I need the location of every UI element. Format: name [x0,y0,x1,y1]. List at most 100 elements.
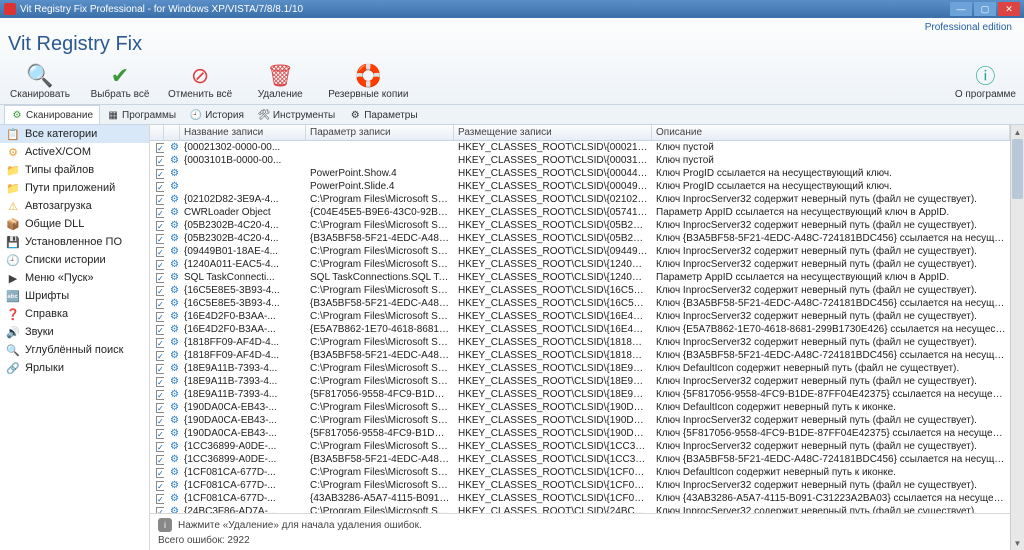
sidebar-item-8[interactable]: ▶Меню «Пуск» [0,269,149,287]
table-row[interactable]: ⚙{1CF081CA-677D-...C:\Program Files\Micr… [150,466,1010,479]
row-checkbox[interactable] [156,325,164,335]
table-row[interactable]: ⚙{18E9A11B-7393-4...C:\Program Files\Mic… [150,375,1010,388]
table-row[interactable]: ⚙{02102D82-3E9A-4...C:\Program Files\Mic… [150,193,1010,206]
delete-button[interactable]: 🗑 Удаление [248,63,312,100]
table-row[interactable]: ⚙CWRLoader Object{C04E45E5-B9E6-43C0-92B… [150,206,1010,219]
cell-param: SQL TaskConnections.SQL TaskC... [306,271,454,284]
table-row[interactable]: ⚙{16C5E8E5-3B93-4...C:\Program Files\Mic… [150,284,1010,297]
sidebar-item-5[interactable]: 📦Общие DLL [0,215,149,233]
table-row[interactable]: ⚙PowerPoint.Show.4HKEY_CLASSES_ROOT\CLSI… [150,167,1010,180]
table-row[interactable]: ⚙{1CC36899-A0DE-...C:\Program Files\Micr… [150,440,1010,453]
sidebar-item-3[interactable]: 📁Пути приложений [0,179,149,197]
table-row[interactable]: ⚙{00021302-0000-00...HKEY_CLASSES_ROOT\C… [150,141,1010,154]
row-checkbox[interactable] [156,351,164,361]
table-row[interactable]: ⚙{09449B01-18AE-4...C:\Program Files\Mic… [150,245,1010,258]
vertical-scrollbar[interactable]: ▲ ▼ [1010,125,1024,550]
table-row[interactable]: ⚙{05B2302B-4C20-4...C:\Program Files\Mic… [150,219,1010,232]
table-row[interactable]: ⚙{1240A011-EAC5-4...C:\Program Files\Mic… [150,258,1010,271]
row-checkbox[interactable] [156,481,164,491]
table-row[interactable]: ⚙{1CF081CA-677D-...C:\Program Files\Micr… [150,479,1010,492]
table-row[interactable]: ⚙{16C5E8E5-3B93-4...{B3A5BF58-5F21-4EDC-… [150,297,1010,310]
row-checkbox[interactable] [156,429,164,439]
row-checkbox[interactable] [156,182,164,192]
row-checkbox[interactable] [156,494,164,504]
scroll-down-arrow[interactable]: ▼ [1011,536,1024,550]
table-row[interactable]: ⚙PowerPoint.Slide.4HKEY_CLASSES_ROOT\CLS… [150,180,1010,193]
row-checkbox[interactable] [156,143,164,153]
table-row[interactable]: ⚙{05B2302B-4C20-4...{B3A5BF58-5F21-4EDC-… [150,232,1010,245]
table-row[interactable]: ⚙{1CF081CA-677D-...{43AB3286-A5A7-4115-B… [150,492,1010,505]
row-checkbox[interactable] [156,468,164,478]
col-name-header[interactable]: Название записи [180,125,306,140]
row-checkbox[interactable] [156,364,164,374]
row-checkbox[interactable] [156,312,164,322]
row-checkbox[interactable] [156,195,164,205]
table-row[interactable]: ⚙{18E9A11B-7393-4...{5F817056-9558-4FC9-… [150,388,1010,401]
gear-icon: ⚙ [168,142,179,153]
tab-history[interactable]: 🕘История [183,105,251,124]
row-checkbox[interactable] [156,416,164,426]
row-checkbox[interactable] [156,247,164,257]
row-checkbox[interactable] [156,286,164,296]
sidebar-item-4[interactable]: ⚠Автозагрузка [0,197,149,215]
sidebar-item-6[interactable]: 💾Установленное ПО [0,233,149,251]
row-checkbox[interactable] [156,442,164,452]
col-desc-header[interactable]: Описание [652,125,1010,140]
row-checkbox[interactable] [156,273,164,283]
row-checkbox[interactable] [156,169,164,179]
sidebar-item-12[interactable]: 🔍Углублённый поиск [0,341,149,359]
minimize-button[interactable]: — [950,2,972,16]
table-row[interactable]: ⚙SQL TaskConnecti...SQL TaskConnections.… [150,271,1010,284]
tab-tools[interactable]: 🛠Инструменты [251,105,342,124]
sidebar-item-7[interactable]: 🕘Списки истории [0,251,149,269]
row-checkbox[interactable] [156,156,164,166]
col-checkbox[interactable] [150,125,164,140]
row-checkbox[interactable] [156,208,164,218]
sidebar-item-13[interactable]: 🔗Ярлыки [0,359,149,377]
table-row[interactable]: ⚙{16E4D2F0-B3AA-...{E5A7B862-1E70-4618-8… [150,323,1010,336]
tab-scan[interactable]: ⚙Сканирование [4,105,100,124]
table-row[interactable]: ⚙{16E4D2F0-B3AA-...C:\Program Files\Micr… [150,310,1010,323]
select-all-label: Выбрать всё [91,89,150,100]
table-row[interactable]: ⚙{24BC3F86-AD7A-...C:\Program Files\Micr… [150,505,1010,513]
table-row[interactable]: ⚙{190DA0CA-EB43-...C:\Program Files\Micr… [150,401,1010,414]
sidebar-item-11[interactable]: 🔊Звуки [0,323,149,341]
table-row[interactable]: ⚙{1CC36899-A0DE-...{B3A5BF58-5F21-4EDC-A… [150,453,1010,466]
table-row[interactable]: ⚙{18E9A11B-7393-4...C:\Program Files\Mic… [150,362,1010,375]
row-checkbox[interactable] [156,403,164,413]
row-checkbox[interactable] [156,377,164,387]
about-button[interactable]: ⓘ О программе [955,60,1016,100]
row-checkbox[interactable] [156,338,164,348]
row-checkbox[interactable] [156,455,164,465]
sidebar-item-1[interactable]: ⚙ActiveX/COM [0,143,149,161]
select-all-button[interactable]: ✔ Выбрать всё [88,63,152,100]
close-button[interactable]: ✕ [998,2,1020,16]
maximize-button[interactable]: ▢ [974,2,996,16]
row-checkbox[interactable] [156,260,164,270]
scroll-thumb[interactable] [1012,139,1023,199]
gear-icon: ⚙ [168,467,179,478]
tab-programs[interactable]: ▦Программы [100,105,183,124]
backup-button[interactable]: 🛟 Резервные копии [328,63,408,100]
sidebar-item-10[interactable]: ❓Справка [0,305,149,323]
row-checkbox[interactable] [156,234,164,244]
tab-settings[interactable]: ⚙Параметры [342,105,424,124]
deselect-all-button[interactable]: ⊘ Отменить всё [168,63,232,100]
table-row[interactable]: ⚙{190DA0CA-EB43-...{5F817056-9558-4FC9-B… [150,427,1010,440]
scan-button[interactable]: 🔍 Сканировать [8,63,72,100]
row-checkbox[interactable] [156,390,164,400]
table-row[interactable]: ⚙{1818FF09-AF4D-4...{B3A5BF58-5F21-4EDC-… [150,349,1010,362]
row-checkbox[interactable] [156,507,164,514]
table-row[interactable]: ⚙{190DA0CA-EB43-...C:\Program Files\Micr… [150,414,1010,427]
sidebar-item-2[interactable]: 📁Типы файлов [0,161,149,179]
col-loc-header[interactable]: Размещение записи [454,125,652,140]
col-param-header[interactable]: Параметр записи [306,125,454,140]
sidebar-item-0[interactable]: 📋Все категории [0,125,149,143]
table-row[interactable]: ⚙{0003101B-0000-00...HKEY_CLASSES_ROOT\C… [150,154,1010,167]
cell-param: PowerPoint.Slide.4 [306,180,454,193]
scroll-up-arrow[interactable]: ▲ [1011,125,1024,139]
row-checkbox[interactable] [156,299,164,309]
row-checkbox[interactable] [156,221,164,231]
table-row[interactable]: ⚙{1818FF09-AF4D-4...C:\Program Files\Mic… [150,336,1010,349]
sidebar-item-9[interactable]: 🔤Шрифты [0,287,149,305]
